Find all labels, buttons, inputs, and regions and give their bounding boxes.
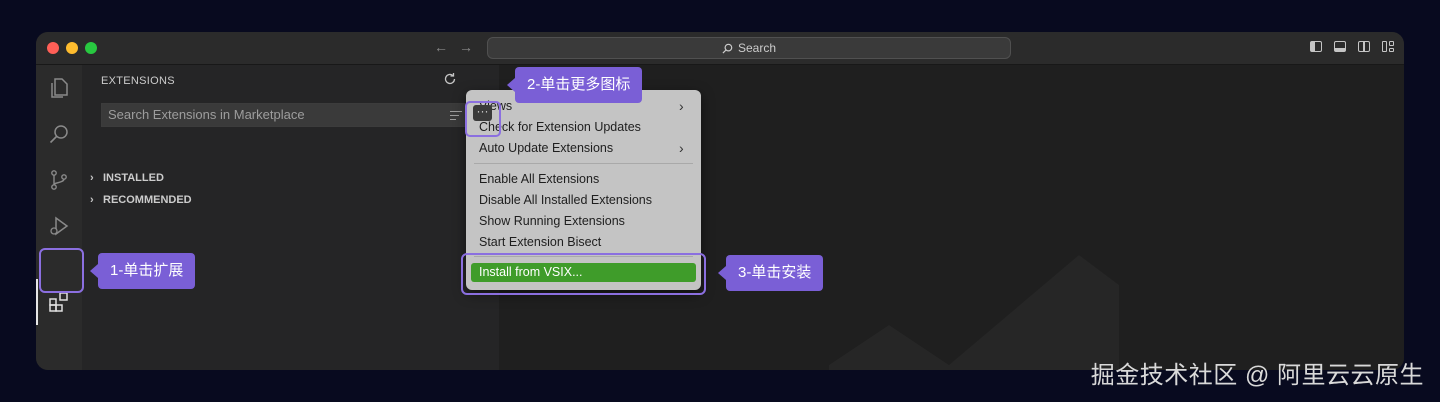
filter-icon[interactable]	[450, 111, 462, 122]
run-debug-icon	[50, 216, 69, 236]
close-window-button[interactable]	[47, 42, 59, 54]
search-icon	[722, 43, 733, 54]
source-control-icon	[51, 170, 67, 190]
forward-arrow-icon[interactable]: →	[459, 39, 473, 55]
chevron-right-icon: ›	[679, 98, 684, 114]
section-label: RECOMMENDED	[103, 194, 192, 206]
install-highlight-outline	[461, 253, 706, 295]
search-icon	[49, 125, 68, 144]
explorer-activity[interactable]	[36, 65, 82, 111]
section-recommended[interactable]: › RECOMMENDED	[90, 191, 192, 209]
search-placeholder: Search Extensions in Marketplace	[108, 107, 305, 122]
menu-separator	[474, 163, 693, 164]
menu-item-bisect[interactable]: Start Extension Bisect	[479, 235, 601, 249]
menu-item-auto-update[interactable]: Auto Update Extensions ›	[479, 140, 684, 156]
extensions-sidebar: EXTENSIONS Search Extensions in Marketpl…	[82, 65, 499, 370]
files-icon	[51, 78, 68, 98]
chevron-right-icon: ›	[90, 172, 94, 184]
section-installed[interactable]: › INSTALLED	[90, 169, 164, 187]
menu-item-check-updates[interactable]: Check for Extension Updates	[479, 120, 641, 134]
customize-layout-icon[interactable]	[1382, 41, 1394, 52]
activity-bar	[36, 65, 82, 370]
more-actions-button[interactable]: ···	[465, 101, 501, 137]
menu-item-disable-all[interactable]: Disable All Installed Extensions	[479, 193, 652, 207]
extensions-icon	[49, 292, 68, 312]
search-activity[interactable]	[36, 111, 82, 157]
more-icon: ···	[473, 105, 492, 121]
vscode-logo-icon	[829, 255, 1119, 370]
vscode-window: ← → Search EXTENSIONS Search Extensions …	[36, 32, 1404, 370]
source-watermark: 掘金技术社区 @ 阿里云云原生	[1090, 362, 1424, 389]
back-arrow-icon[interactable]: ←	[434, 39, 448, 55]
callout-step-1: 1-单击扩展	[89, 253, 196, 289]
run-debug-activity[interactable]	[36, 203, 82, 249]
menu-item-show-running[interactable]: Show Running Extensions	[479, 214, 625, 228]
extensions-highlight-outline	[39, 248, 84, 293]
active-indicator	[36, 279, 38, 325]
callout-step-3: 3-单击安装	[717, 255, 824, 291]
sidebar-title: EXTENSIONS	[101, 75, 175, 87]
chevron-right-icon: ›	[90, 194, 94, 206]
minimize-window-button[interactable]	[66, 42, 78, 54]
layout-controls	[1310, 41, 1394, 52]
source-control-activity[interactable]	[36, 157, 82, 203]
menu-item-enable-all[interactable]: Enable All Extensions	[479, 172, 599, 186]
toggle-panel-icon[interactable]	[1334, 41, 1346, 52]
refresh-icon[interactable]	[443, 72, 457, 91]
extensions-search-input[interactable]: Search Extensions in Marketplace	[101, 103, 469, 127]
title-bar: ← → Search	[36, 32, 1404, 65]
toggle-primary-sidebar-icon[interactable]	[1310, 41, 1322, 52]
command-center-search[interactable]: Search	[487, 37, 1011, 59]
command-center-label: Search	[737, 41, 777, 55]
maximize-window-button[interactable]	[85, 42, 97, 54]
section-label: INSTALLED	[103, 172, 164, 184]
callout-step-2: 2-单击更多图标	[506, 67, 643, 103]
chevron-right-icon: ›	[679, 140, 684, 156]
toggle-secondary-sidebar-icon[interactable]	[1358, 41, 1370, 52]
